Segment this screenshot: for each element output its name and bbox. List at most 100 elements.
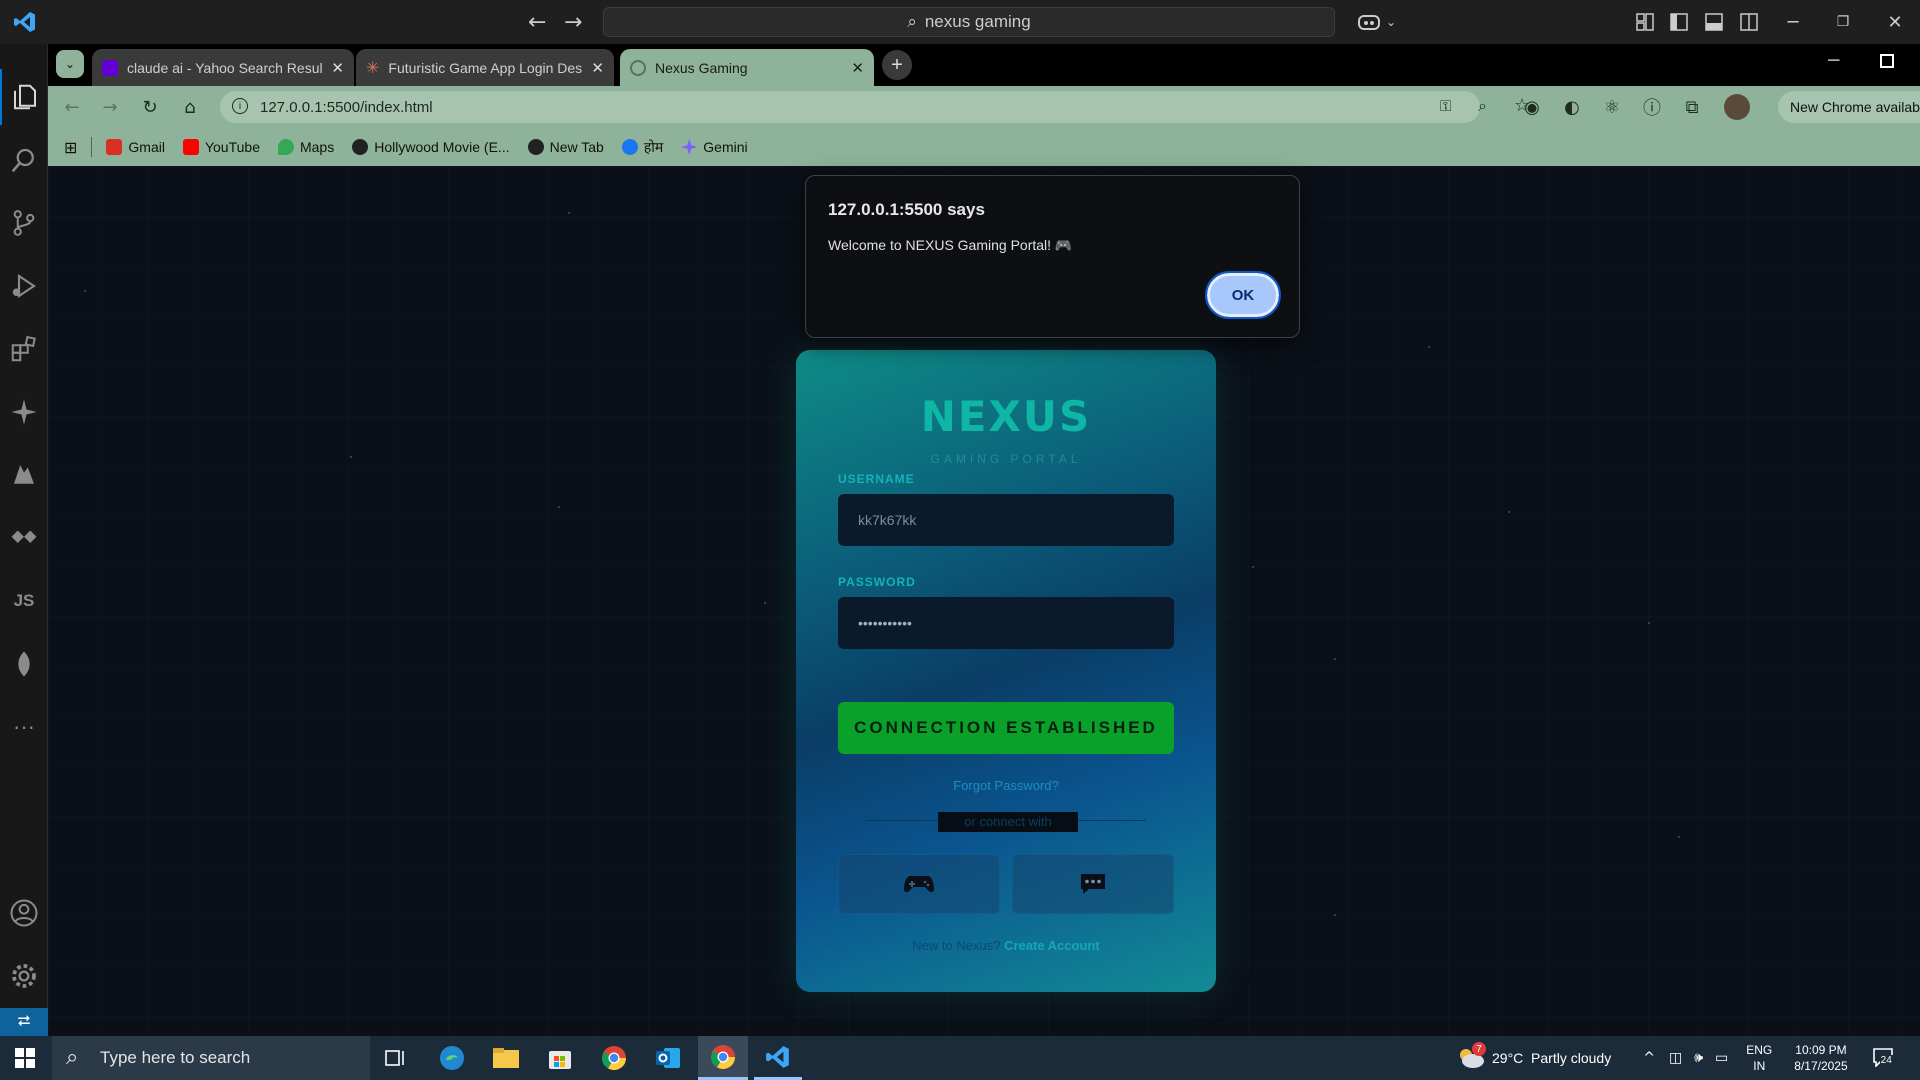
volume-icon[interactable]: 🕪 <box>1694 1050 1703 1066</box>
bookmark-label: New Tab <box>549 139 604 155</box>
run-debug-icon[interactable] <box>0 258 48 314</box>
weather-text[interactable]: 29°C Partly cloudy <box>1492 1050 1611 1066</box>
clock-date: 8/17/2025 <box>1794 1059 1848 1073</box>
close-icon[interactable]: ✕ <box>1884 11 1906 33</box>
outlook-icon[interactable] <box>644 1036 692 1080</box>
extension-info-icon[interactable]: ⓘ <box>1640 95 1664 119</box>
forward-icon[interactable]: → <box>98 95 122 119</box>
tab-nexus-gaming[interactable]: Nexus Gaming ✕ <box>620 49 874 86</box>
extensions-icon[interactable] <box>0 321 48 377</box>
js-icon[interactable]: JS <box>0 573 48 629</box>
key-icon[interactable]: ⚿ <box>1440 97 1451 115</box>
chat-login-button[interactable] <box>1012 854 1174 914</box>
dialog-ok-button[interactable]: OK <box>1205 271 1281 319</box>
remote-indicator-icon[interactable]: ⮂ <box>0 1008 48 1036</box>
reload-icon[interactable]: ↻ <box>138 95 162 119</box>
create-account-link[interactable]: Create Account <box>1004 938 1100 953</box>
accounts-icon[interactable] <box>0 885 48 941</box>
login-submit-button[interactable]: CONNECTION ESTABLISHED <box>838 702 1174 754</box>
chevron-down-icon[interactable]: ⌄ <box>1380 11 1402 33</box>
settings-gear-icon[interactable] <box>0 948 48 1004</box>
star-dot <box>568 212 570 214</box>
mongodb-leaf-icon[interactable] <box>0 636 48 692</box>
password-input[interactable]: ••••••••••• <box>838 597 1174 649</box>
vscode-logo-icon <box>12 10 38 34</box>
close-tab-icon[interactable]: ✕ <box>591 59 604 77</box>
extensions-puzzle-icon[interactable]: ⧉ <box>1680 95 1704 119</box>
facebook-icon <box>621 139 638 155</box>
bookmark-gmail[interactable]: Gmail <box>106 139 165 155</box>
nexus-logo: NEXUS <box>920 392 1092 441</box>
chrome-icon[interactable] <box>590 1036 638 1080</box>
search-icon[interactable] <box>0 132 48 188</box>
username-input[interactable]: kk7k67kk <box>838 494 1174 546</box>
bookmark-label: होम <box>643 138 664 155</box>
bookmark-maps[interactable]: Maps <box>277 139 334 155</box>
network-icon[interactable]: ▭ <box>1715 1050 1728 1066</box>
taskbar-search-box[interactable]: ⌕ Type here to search <box>52 1036 370 1080</box>
chrome-profile-taskbar-icon[interactable] <box>698 1036 748 1080</box>
close-tab-icon[interactable]: ✕ <box>331 59 344 77</box>
star-dot <box>1428 346 1430 348</box>
restore-icon[interactable]: ❐ <box>1832 11 1854 33</box>
forgot-password-link[interactable]: Forgot Password? <box>796 778 1216 793</box>
close-tab-icon[interactable]: ✕ <box>851 59 864 77</box>
remote-explorer-icon[interactable] <box>0 510 48 566</box>
file-explorer-icon[interactable] <box>482 1036 530 1080</box>
bookmark-gemini[interactable]: Gemini <box>681 139 748 155</box>
tab-futuristic-login[interactable]: ✳ Futuristic Game App Login Design ✕ <box>356 49 614 86</box>
site-info-icon[interactable]: i <box>232 98 248 114</box>
explorer-icon[interactable] <box>0 69 48 125</box>
zoom-icon[interactable]: ⌕ <box>1478 96 1487 116</box>
command-center-text: nexus gaming <box>924 12 1031 31</box>
vscode-titlebar: ← → ⌕ nexus gaming ⌄ ─ ❐ ✕ <box>0 0 1920 44</box>
input-language[interactable]: ENG IN <box>1746 1042 1772 1074</box>
toggle-secondary-sidebar-icon[interactable] <box>1738 11 1760 33</box>
address-bar[interactable]: i 127.0.0.1:5500/index.html ⚿ ⌕ ☆ <box>220 91 1530 123</box>
chrome-maximize-icon[interactable] <box>1880 54 1894 68</box>
chrome-minimize-icon[interactable]: ─ <box>1828 52 1839 70</box>
minimize-icon[interactable]: ─ <box>1782 11 1804 33</box>
show-hidden-icons-chevron-icon[interactable]: ^ <box>1643 1050 1655 1066</box>
forward-arrow-icon[interactable]: → <box>564 10 582 35</box>
new-tab-button[interactable]: + <box>882 50 912 80</box>
dialog-message: Welcome to NEXUS Gaming Portal! 🎮 <box>828 237 1073 253</box>
toggle-panel-icon[interactable] <box>1703 11 1725 33</box>
task-view-icon[interactable] <box>372 1036 420 1080</box>
tab-search-icon[interactable]: ⌄ <box>56 50 84 78</box>
extension-circle-icon[interactable]: ◐ <box>1560 95 1584 119</box>
command-center-search[interactable]: ⌕ nexus gaming <box>603 7 1335 37</box>
gamepad-login-button[interactable] <box>838 854 1000 914</box>
bookmark-hollywood[interactable]: Hollywood Movie (E... <box>352 139 510 155</box>
bookmark-youtube[interactable]: YouTube <box>182 139 260 155</box>
weather-cloud-icon[interactable]: 7 <box>1456 1042 1486 1070</box>
extension-react-icon[interactable]: ⚛ <box>1600 95 1624 119</box>
profile-avatar[interactable] <box>1724 94 1750 120</box>
windows-start-icon[interactable] <box>0 1036 50 1080</box>
extension-edge-icon[interactable]: ◉ <box>1520 95 1544 119</box>
chat-bubble-icon <box>1081 874 1105 894</box>
back-icon[interactable]: ← <box>60 95 84 119</box>
language-code: ENG <box>1746 1043 1773 1057</box>
toggle-primary-sidebar-icon[interactable] <box>1668 11 1690 33</box>
source-control-icon[interactable] <box>0 195 48 251</box>
vscode-taskbar-icon[interactable] <box>754 1036 802 1080</box>
tab-yahoo[interactable]: claude ai - Yahoo Search Results ✕ <box>92 49 354 86</box>
edge-browser-icon[interactable] <box>428 1036 476 1080</box>
youtube-icon <box>182 139 199 155</box>
microsoft-store-icon[interactable] <box>536 1036 584 1080</box>
meet-now-icon[interactable]: ◫ <box>1669 1050 1682 1066</box>
customize-layout-icon[interactable] <box>1634 11 1656 33</box>
copilot-sparkle-icon[interactable] <box>0 384 48 440</box>
bookmark-facebook-home[interactable]: होम <box>621 138 664 157</box>
apps-grid-icon[interactable]: ⊞ <box>64 138 77 157</box>
more-icon[interactable]: ··· <box>0 699 48 755</box>
notifications-icon[interactable]: 24 <box>1872 1047 1896 1069</box>
back-arrow-icon[interactable]: ← <box>528 10 546 35</box>
clock[interactable]: 10:09 PM 8/17/2025 <box>1794 1042 1847 1074</box>
star-dot <box>1334 914 1336 916</box>
new-chrome-available-button[interactable]: New Chrome available <box>1778 91 1920 123</box>
firebase-icon[interactable] <box>0 447 48 503</box>
bookmark-new-tab[interactable]: New Tab <box>527 139 604 155</box>
home-icon[interactable]: ⌂ <box>178 95 202 119</box>
